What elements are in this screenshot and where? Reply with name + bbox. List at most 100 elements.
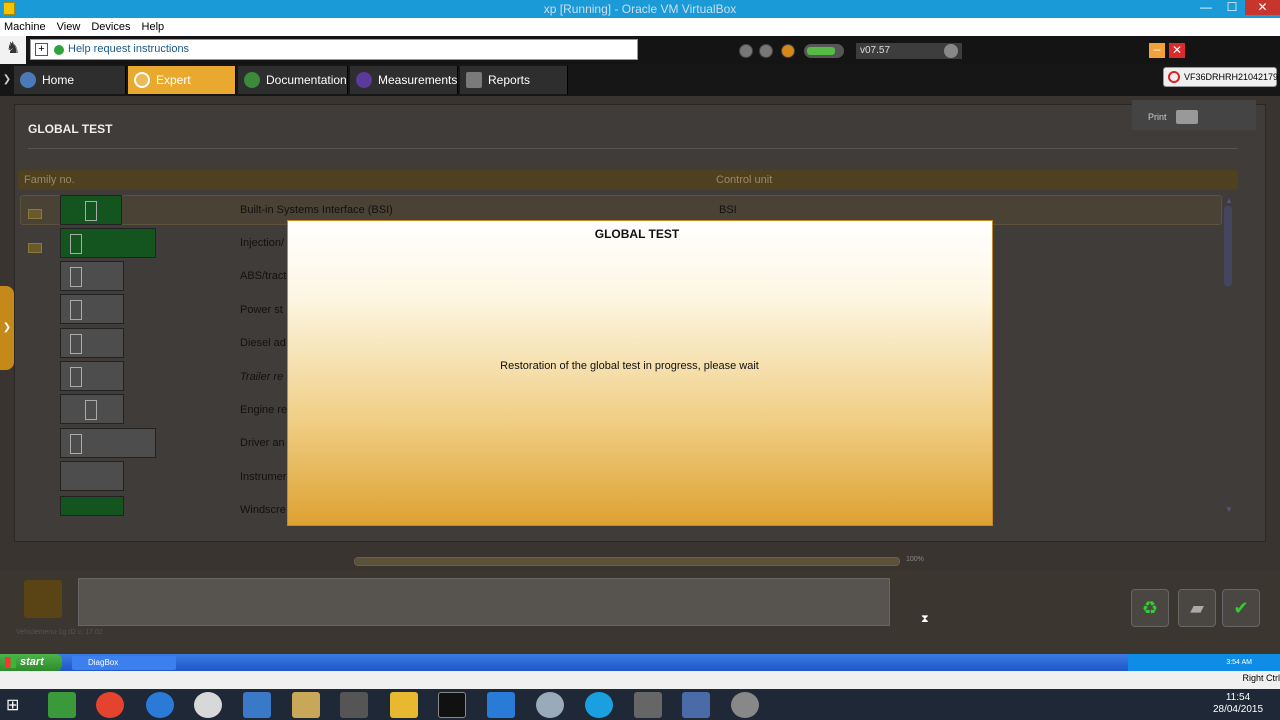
side-panel-handle[interactable]: ❯ — [0, 286, 14, 370]
virtualbox-icon[interactable] — [682, 692, 710, 718]
clock-time: 11:54 — [1225, 692, 1251, 703]
report-icon — [466, 72, 482, 88]
tab-expert-label: Expert — [156, 73, 191, 87]
version-text: v07.57 — [860, 45, 891, 56]
status-text: Vehiclemenu-1g d2 c: 17.02 — [16, 629, 103, 636]
row-name[interactable]: Injection/ — [240, 237, 284, 249]
tab-home[interactable]: Home — [14, 66, 126, 94]
hourglass-cursor-icon: ⧗ — [921, 613, 929, 625]
2d-app-icon[interactable] — [243, 692, 271, 718]
scroll-down-icon[interactable]: ▼ — [1225, 505, 1233, 514]
bsi-family-icon — [60, 195, 122, 225]
menu-help[interactable]: Help — [138, 18, 169, 36]
app-minimize-button[interactable]: – — [1149, 43, 1165, 58]
clock-date: 28/04/2015 — [1212, 704, 1264, 715]
printer-icon — [1176, 110, 1198, 124]
column-control-unit: Control unit — [716, 174, 773, 186]
vin-display[interactable]: VF36DRHRH21042179 — [1163, 67, 1279, 87]
tab-home-label: Home — [42, 73, 75, 87]
tab-documentation[interactable]: Documentation — [238, 66, 348, 94]
battery-level-icon — [804, 44, 844, 58]
vbox-menubar: Machine View Devices Help — [0, 18, 1280, 36]
row-name[interactable]: Power st — [240, 304, 283, 316]
tab-documentation-label: Documentation — [266, 73, 347, 87]
row-name[interactable]: Diesel ad — [240, 337, 286, 349]
expand-icon[interactable]: + — [35, 43, 48, 56]
virtualbox-icon — [3, 2, 15, 15]
menu-machine[interactable]: Machine — [0, 18, 50, 36]
print-button[interactable]: Print — [1132, 100, 1256, 130]
row-name[interactable]: ABS/tract — [240, 270, 286, 282]
scroll-up-icon[interactable]: ▲ — [1225, 196, 1233, 205]
tab-reports[interactable]: Reports — [460, 66, 568, 94]
tab-measurements-label: Measurements — [378, 73, 458, 87]
dial-icon[interactable] — [944, 44, 958, 58]
row-name[interactable]: Trailer re — [240, 371, 283, 383]
menu-devices[interactable]: Devices — [87, 18, 134, 36]
global-test-dialog — [287, 220, 993, 526]
waveform-icon — [356, 72, 372, 88]
fuel-family-icon — [60, 328, 124, 358]
maximize-button[interactable]: ☐ — [1219, 0, 1245, 15]
disk-icon[interactable] — [634, 692, 662, 718]
close-button[interactable]: ✕ — [1245, 0, 1280, 15]
eraser-icon: ▰ — [1190, 598, 1204, 618]
vbox-status-bar: Right Ctrl — [0, 671, 1280, 689]
store-app-icon[interactable] — [48, 692, 76, 718]
version-display: v07.57 — [856, 43, 962, 59]
validate-button[interactable]: ✔ — [1222, 589, 1260, 627]
app-close-button[interactable]: ✕ — [1169, 43, 1185, 58]
menu-view[interactable]: View — [53, 18, 85, 36]
terminal-icon[interactable] — [438, 692, 466, 718]
folder-icon[interactable] — [390, 692, 418, 718]
minimize-button[interactable]: — — [1193, 0, 1219, 15]
vin-text: VF36DRHRH21042179 — [1184, 72, 1279, 82]
recycle-icon: ♻ — [1141, 598, 1159, 618]
collapse-chevron-icon[interactable]: ❯ — [0, 66, 14, 94]
2d-app-icon[interactable] — [487, 692, 515, 718]
recycle-button[interactable]: ♻ — [1131, 589, 1169, 627]
instrument-family-icon — [60, 461, 124, 491]
connection-icon[interactable] — [759, 44, 773, 58]
mp-app-icon[interactable] — [340, 692, 368, 718]
app-icon[interactable] — [194, 692, 222, 718]
page-title: GLOBAL TEST — [28, 122, 113, 136]
settings-icon[interactable] — [781, 44, 795, 58]
row-name[interactable]: Driver an — [240, 437, 285, 449]
power-icon — [1168, 71, 1180, 83]
status-indicator — [24, 580, 62, 618]
progress-bar — [354, 557, 900, 566]
start-label: start — [20, 656, 44, 668]
tab-reports-label: Reports — [488, 73, 531, 87]
engine-family-icon — [60, 394, 124, 424]
row-name[interactable]: Windscre — [240, 504, 286, 516]
windows-start-icon[interactable]: ⊞ — [6, 695, 28, 715]
row-name[interactable]: Built-in Systems Interface (BSI) — [240, 204, 393, 216]
tab-measurements[interactable]: Measurements — [350, 66, 458, 94]
row-name[interactable]: Engine re — [240, 404, 287, 416]
windows-flag-icon — [5, 657, 16, 668]
app-icon[interactable] — [292, 692, 320, 718]
airbag-family-icon — [60, 428, 156, 458]
back-icon[interactable] — [739, 44, 753, 58]
help-request-bar[interactable]: + Help request instructions — [30, 39, 638, 60]
xp-taskbar — [0, 654, 1280, 671]
skype-icon[interactable] — [585, 692, 613, 718]
print-label: Print — [1148, 112, 1167, 122]
eraser-button[interactable]: ▰ — [1178, 589, 1216, 627]
row-name[interactable]: Instrumer — [240, 471, 286, 483]
chrome-icon[interactable] — [96, 692, 124, 718]
task-label: DiagBox — [88, 658, 119, 667]
progress-percent: 100% — [906, 556, 924, 563]
tab-expert[interactable]: Expert — [128, 66, 236, 94]
vbox-window-title: xp [Running] - Oracle VM VirtualBox — [543, 2, 737, 16]
message-area — [78, 578, 890, 626]
app-icon[interactable] — [731, 692, 759, 718]
internet-explorer-icon[interactable] — [146, 692, 174, 718]
steering-family-icon — [60, 294, 124, 324]
xp-start-button[interactable]: start — [0, 654, 62, 671]
dialog-message: Restoration of the global test in progre… — [500, 360, 759, 372]
xp-task-diagbox[interactable]: DiagBox — [72, 656, 176, 670]
scrollbar-thumb[interactable] — [1224, 206, 1232, 286]
app-icon[interactable] — [536, 692, 564, 718]
